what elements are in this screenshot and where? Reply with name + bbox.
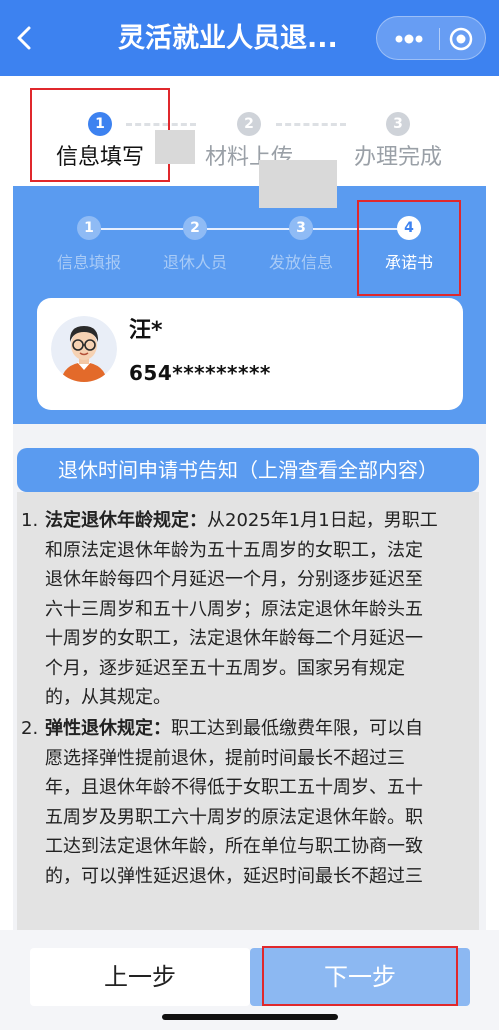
item-line: 退休年龄每四个月延迟一个月，分别逐步延迟至: [45, 569, 423, 590]
notice-item-1: 1. 法定退休年龄规定：从2025年1月1日起，男职工 和原法定退休年龄为五十五…: [21, 506, 475, 713]
highlight-box: [262, 946, 458, 1006]
item-line: 的，可以弹性延迟退休，延迟时间最长不超过三: [45, 865, 423, 887]
highlight-box: [30, 88, 170, 182]
person-card: 汪* 654*********: [37, 298, 463, 410]
step-label: 办理完成: [353, 145, 442, 170]
item-index: 2.: [21, 718, 39, 739]
person-name: 汪*: [129, 318, 163, 343]
item-index: 1.: [21, 510, 39, 531]
item-line: 职工达到最低缴费年限，可以自: [171, 718, 423, 739]
item-line: 愿选择弹性提前退休，提前时间最长不超过三: [45, 747, 405, 769]
privacy-mask: [155, 130, 195, 164]
notice-scroll-area[interactable]: 1. 法定退休年龄规定：从2025年1月1日起，男职工 和原法定退休年龄为五十五…: [17, 492, 479, 930]
inner-step-3[interactable]: 3 发放信息: [255, 216, 347, 274]
item-line: 个月，逐步延迟至五十五周岁。国家另有规定: [45, 657, 405, 679]
capsule-divider: [439, 28, 440, 50]
step-number: 1: [77, 216, 101, 240]
step-number: 2: [183, 216, 207, 240]
item-heading: 法定退休年龄规定：: [45, 510, 207, 531]
item-line: 五周岁及男职工六十周岁的原法定退休年龄。职: [45, 806, 423, 828]
prev-step-button[interactable]: 上一步: [30, 948, 250, 1006]
more-dots-icon[interactable]: [391, 29, 427, 49]
item-line: 六十三周岁和五十八周岁；原法定退休年龄头五: [45, 598, 423, 620]
item-line: 和原法定退休年龄为五十五周岁的女职工，法定: [45, 539, 423, 561]
step-label: 发放信息: [268, 253, 333, 272]
page-title: 灵活就业人员退...: [118, 23, 338, 54]
privacy-mask: [259, 160, 337, 208]
step-label: 退休人员: [162, 253, 227, 272]
highlight-box: [357, 200, 461, 296]
nav-bar: 灵活就业人员退...: [0, 0, 499, 76]
home-indicator: [162, 1014, 338, 1020]
step-number: 3: [289, 216, 313, 240]
avatar: [51, 316, 117, 382]
item-line: 从2025年1月1日起，男职工: [207, 510, 438, 531]
step-number: 2: [237, 112, 261, 136]
applicant-panel: 1 信息填报 2 退休人员 3 发放信息 4 承诺书 汪* 654*******…: [13, 186, 486, 424]
item-heading: 弹性退休规定：: [45, 718, 171, 739]
bottom-action-bar: 上一步 下一步: [0, 930, 499, 1030]
item-line: 年，且退休年龄不得低于女职工五十周岁、五十: [45, 777, 423, 798]
item-line: 十周岁的女职工，法定退休年龄每二个月延迟一: [45, 628, 423, 649]
inner-step-1[interactable]: 1 信息填报: [43, 216, 135, 274]
step-number: 3: [386, 112, 410, 136]
inner-step-2[interactable]: 2 退休人员: [149, 216, 241, 274]
mini-program-capsule: [376, 16, 486, 60]
item-line: 的，从其规定。: [45, 687, 171, 708]
notice-item-2: 2. 弹性退休规定：职工达到最低缴费年限，可以自 愿选择弹性提前退休，提前时间最…: [21, 714, 475, 891]
chevron-left-icon[interactable]: [14, 18, 46, 58]
item-line: 工达到法定退休年龄，所在单位与职工协商一致: [45, 836, 423, 857]
target-circle-icon[interactable]: [449, 27, 473, 51]
notice-title: 退休时间申请书告知（上滑查看全部内容）: [17, 448, 479, 492]
notice-section: 退休时间申请书告知（上滑查看全部内容） 1. 法定退休年龄规定：从2025年1月…: [13, 424, 486, 930]
person-id-number: 654*********: [129, 361, 271, 385]
step-label: 信息填报: [56, 253, 121, 272]
top-step-3: 3 办理完成: [338, 112, 458, 172]
